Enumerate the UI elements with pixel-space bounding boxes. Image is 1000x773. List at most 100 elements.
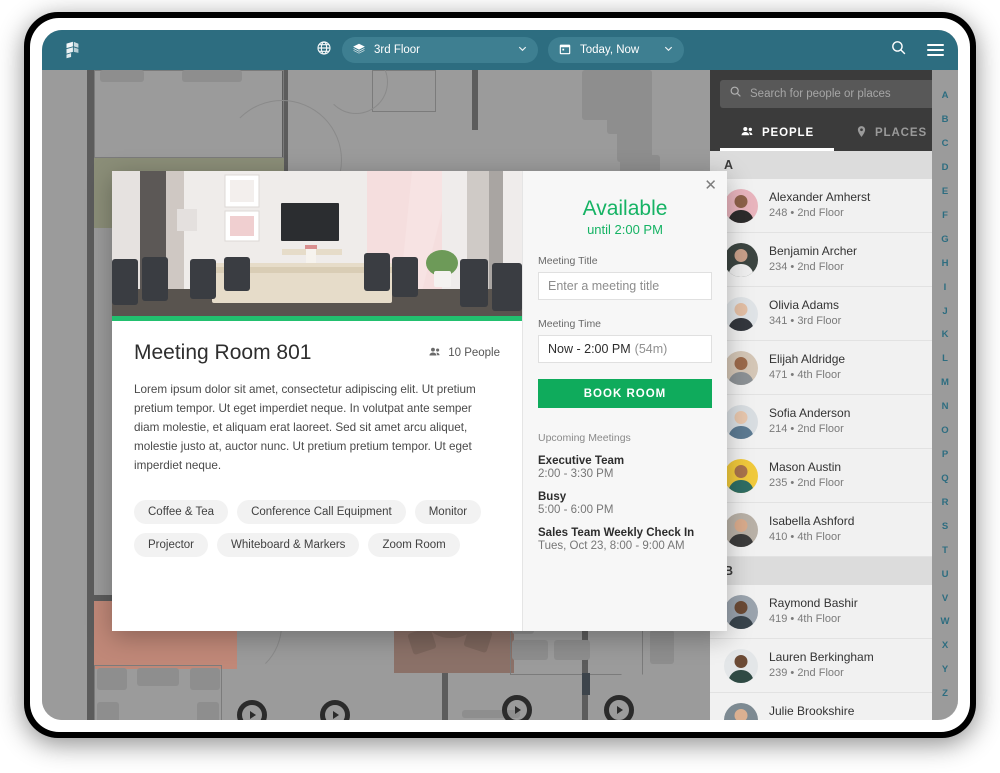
device-bezel: 3rd Floor Today, Now Search for people o… [30, 18, 970, 732]
alphabet-index-letter[interactable]: H [942, 259, 949, 269]
close-icon[interactable]: ✕ [704, 178, 717, 193]
meeting-time-label: Meeting Time [538, 318, 602, 330]
meeting-title-label: Meeting Title [538, 255, 598, 267]
person-list-item[interactable]: Benjamin Archer 234 • 2nd Floor [710, 233, 958, 287]
globe-icon[interactable] [316, 40, 332, 61]
alphabet-index-letter[interactable]: X [942, 641, 948, 651]
map-camera-marker[interactable] [237, 700, 267, 720]
alphabet-index-letter[interactable]: Q [941, 474, 948, 484]
alphabet-index-letter[interactable]: S [942, 522, 948, 532]
book-room-button[interactable]: BOOK ROOM [538, 379, 712, 408]
alphabet-index-letter[interactable]: D [942, 163, 949, 173]
tab-people-label: PEOPLE [761, 126, 815, 139]
amenity-tag: Monitor [414, 499, 482, 524]
alphabet-index-letter[interactable]: A [942, 91, 949, 101]
search-input[interactable] [750, 88, 939, 100]
avatar [724, 188, 758, 223]
person-list-item[interactable]: Raymond Bashir 419 • 4th Floor [710, 585, 958, 639]
alphabet-index[interactable]: A B C D E F G H I J K L M N O P Q R S T U V W X Y Z [932, 70, 958, 720]
tab-places[interactable]: PLACES [834, 117, 948, 151]
map-camera-marker[interactable] [604, 695, 634, 720]
room-title-row: Meeting Room 801 10 People [134, 341, 500, 365]
people-icon [428, 345, 442, 362]
meeting-time-value: Now - 2:00 PM [548, 342, 631, 356]
person-name: Raymond Bashir [769, 595, 858, 610]
person-list-item[interactable]: Olivia Adams 341 • 3rd Floor [710, 287, 958, 341]
alphabet-index-letter[interactable]: Z [942, 689, 948, 699]
person-info: Mason Austin 235 • 2nd Floor [769, 459, 844, 492]
alphabet-index-letter[interactable]: R [942, 498, 949, 508]
avatar [724, 458, 758, 493]
alphabet-index-letter[interactable]: K [942, 330, 949, 340]
person-meta: 341 • 3rd Floor [769, 315, 842, 328]
tab-people[interactable]: PEOPLE [720, 117, 834, 151]
person-info: Julie Brookshire241 • 2nd Floor [769, 703, 854, 720]
availability-status: Available until 2:00 PM [538, 197, 712, 237]
alphabet-index-letter[interactable]: I [944, 283, 947, 293]
meeting-title-input[interactable]: Enter a meeting title [538, 272, 712, 300]
avatar [724, 350, 758, 385]
person-list-item[interactable]: Alexander Amherst 248 • 2nd Floor [710, 179, 958, 233]
person-info: Lauren Berkingham 239 • 2nd Floor [769, 649, 874, 682]
calendar-icon [558, 42, 572, 59]
person-meta: 410 • 4th Floor [769, 531, 841, 544]
avatar [724, 594, 758, 629]
top-navigation-bar: 3rd Floor Today, Now [42, 30, 958, 70]
upcoming-meeting-time: 2:00 - 3:30 PM [538, 468, 614, 480]
person-list-item[interactable]: Lauren Berkingham 239 • 2nd Floor [710, 639, 958, 693]
app-logo-icon[interactable] [50, 39, 94, 61]
alphabet-index-letter[interactable]: V [942, 594, 948, 604]
search-input-wrapper[interactable] [720, 80, 948, 108]
person-info: Olivia Adams 341 • 3rd Floor [769, 297, 841, 330]
person-meta: 214 • 2nd Floor [769, 423, 844, 436]
person-info: Isabella Ashford 410 • 4th Floor [769, 513, 854, 546]
alphabet-index-letter[interactable]: Y [942, 665, 948, 675]
person-list-item[interactable]: Mason Austin 235 • 2nd Floor [710, 449, 958, 503]
alphabet-index-letter[interactable]: B [942, 115, 949, 125]
alphabet-index-letter[interactable]: P [942, 450, 948, 460]
map-camera-marker[interactable] [320, 700, 350, 720]
hamburger-menu-icon[interactable] [927, 44, 944, 56]
date-selector[interactable]: Today, Now [548, 37, 684, 63]
alphabet-index-letter[interactable]: F [942, 211, 948, 221]
people-list[interactable]: A Alexander Amherst 248 • 2nd Floor Benjami… [710, 151, 958, 720]
meeting-time-input[interactable]: Now - 2:00 PM (54m) [538, 335, 712, 363]
people-section-header: A [710, 151, 958, 179]
alphabet-index-letter[interactable]: U [942, 570, 949, 580]
app-screen: 3rd Floor Today, Now Search for people o… [42, 30, 958, 720]
alphabet-index-letter[interactable]: T [942, 546, 948, 556]
person-list-item[interactable]: Julie Brookshire241 • 2nd Floor [710, 693, 958, 720]
person-info: Elijah Aldridge 471 • 4th Floor [769, 351, 845, 384]
chevron-down-icon [517, 43, 528, 57]
alphabet-index-letter[interactable]: W [941, 617, 950, 627]
person-list-item[interactable]: Elijah Aldridge 471 • 4th Floor [710, 341, 958, 395]
person-list-item[interactable]: Isabella Ashford 410 • 4th Floor [710, 503, 958, 557]
person-meta: 419 • 4th Floor [769, 613, 841, 626]
people-icon [740, 124, 755, 142]
alphabet-index-letter[interactable]: E [942, 187, 948, 197]
avatar [724, 648, 758, 683]
alphabet-index-letter[interactable]: L [942, 354, 948, 364]
alphabet-index-letter[interactable]: N [942, 402, 949, 412]
alphabet-index-letter[interactable]: G [941, 235, 948, 245]
avatar [724, 512, 758, 547]
avatar [724, 702, 758, 720]
upcoming-meetings-list: Executive Team 2:00 - 3:30 PM Busy 5:00 - 6… [538, 455, 712, 552]
topbar-right-controls [890, 39, 944, 61]
alphabet-index-letter[interactable]: O [941, 426, 948, 436]
status-main: Available [582, 197, 668, 220]
person-name: Elijah Aldridge [769, 351, 846, 366]
alphabet-index-letter[interactable]: M [941, 378, 949, 388]
map-camera-marker[interactable] [502, 695, 532, 720]
person-meta: 248 • 2nd Floor [769, 207, 844, 220]
modal-right-panel: ✕ Available until 2:00 PM Meeting Title … [522, 171, 727, 631]
person-name: Alexander Amherst [769, 189, 871, 204]
person-list-item[interactable]: Sofia Anderson 214 • 2nd Floor [710, 395, 958, 449]
alphabet-index-letter[interactable]: J [942, 306, 947, 317]
floor-selector[interactable]: 3rd Floor [342, 37, 538, 63]
alphabet-index-letter[interactable]: C [942, 139, 949, 149]
room-capacity: 10 People [428, 345, 500, 362]
search-icon[interactable] [890, 39, 907, 61]
floor-selector-value: 3rd Floor [374, 44, 421, 56]
person-name: Mason Austin [769, 459, 842, 474]
